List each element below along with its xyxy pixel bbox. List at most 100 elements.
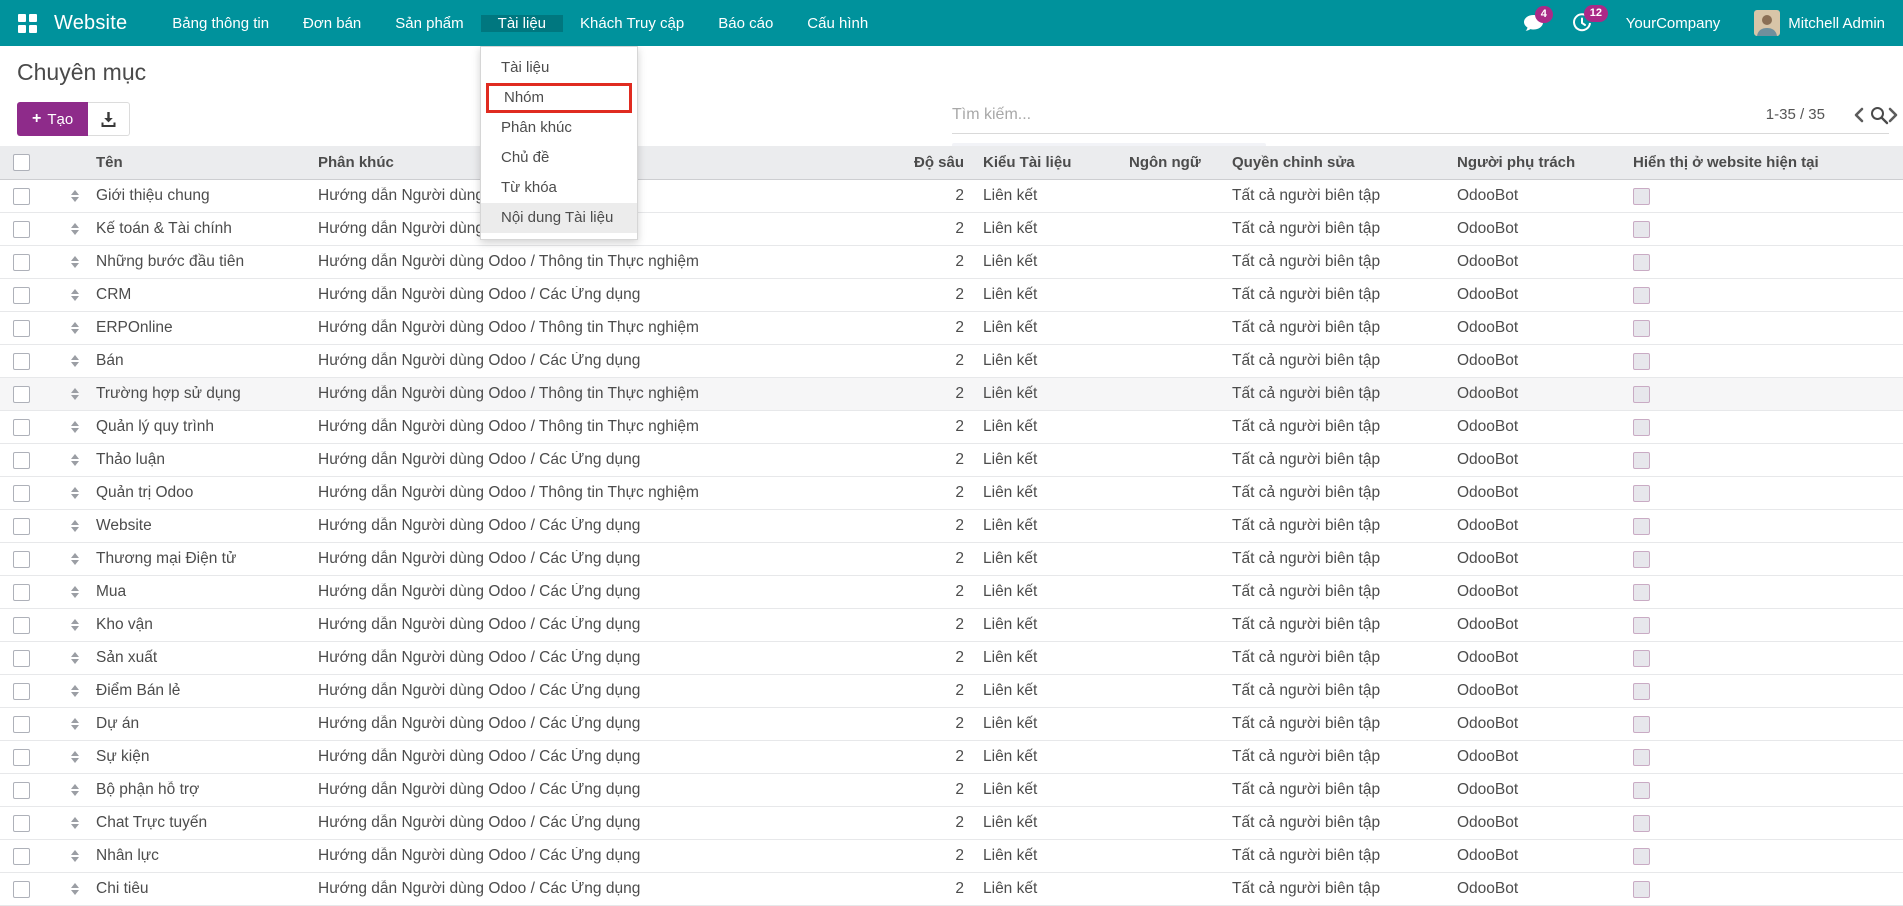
visible-on-website-checkbox[interactable] — [1633, 584, 1650, 601]
table-row[interactable]: Quản lý quy trìnhHướng dẫn Người dùng Od… — [0, 411, 1903, 444]
drag-handle-icon[interactable] — [71, 817, 79, 829]
table-row[interactable]: Những bước đầu tiênHướng dẫn Người dùng … — [0, 246, 1903, 279]
create-button[interactable]: + Tạo — [17, 102, 88, 136]
row-checkbox[interactable] — [13, 683, 30, 700]
visible-on-website-checkbox[interactable] — [1633, 287, 1650, 304]
visible-on-website-checkbox[interactable] — [1633, 815, 1650, 832]
table-row[interactable]: Trường hợp sử dụngHướng dẫn Người dùng O… — [0, 378, 1903, 411]
drag-handle-icon[interactable] — [71, 619, 79, 631]
drag-handle-icon[interactable] — [71, 850, 79, 862]
drag-handle-icon[interactable] — [71, 421, 79, 433]
row-checkbox[interactable] — [13, 848, 30, 865]
search-input[interactable] — [952, 106, 1869, 124]
visible-on-website-checkbox[interactable] — [1633, 221, 1650, 238]
apps-grid-icon[interactable] — [18, 14, 37, 33]
drag-handle-icon[interactable] — [71, 718, 79, 730]
table-row[interactable]: WebsiteHướng dẫn Người dùng Odoo / Các Ứ… — [0, 510, 1903, 543]
table-row[interactable]: Dự ánHướng dẫn Người dùng Odoo / Các Ứng… — [0, 708, 1903, 741]
table-row[interactable]: Chi tiêuHướng dẫn Người dùng Odoo / Các … — [0, 873, 1903, 906]
nav-item-4[interactable]: Tài liệu — [481, 15, 563, 32]
row-checkbox[interactable] — [13, 254, 30, 271]
column-header-edit-rights[interactable]: Quyền chỉnh sửa — [1218, 154, 1443, 171]
table-row[interactable]: MuaHướng dẫn Người dùng Odoo / Các Ứng d… — [0, 576, 1903, 609]
table-row[interactable]: Điểm Bán lẻHướng dẫn Người dùng Odoo / C… — [0, 675, 1903, 708]
table-row[interactable]: CRMHướng dẫn Người dùng Odoo / Các Ứng d… — [0, 279, 1903, 312]
visible-on-website-checkbox[interactable] — [1633, 617, 1650, 634]
table-row[interactable]: Chat Trực tuyếnHướng dẫn Người dùng Odoo… — [0, 807, 1903, 840]
drag-handle-icon[interactable] — [71, 322, 79, 334]
visible-on-website-checkbox[interactable] — [1633, 452, 1650, 469]
visible-on-website-checkbox[interactable] — [1633, 683, 1650, 700]
dropdown-item[interactable]: Từ khóa — [481, 173, 637, 203]
row-checkbox[interactable] — [13, 716, 30, 733]
drag-handle-icon[interactable] — [71, 751, 79, 763]
visible-on-website-checkbox[interactable] — [1633, 749, 1650, 766]
company-switcher[interactable]: YourCompany — [1626, 15, 1721, 32]
drag-handle-icon[interactable] — [71, 256, 79, 268]
dropdown-item[interactable]: Nội dung Tài liệu — [481, 203, 637, 233]
visible-on-website-checkbox[interactable] — [1633, 188, 1650, 205]
nav-item-7[interactable]: Cấu hình — [790, 15, 885, 32]
table-row[interactable]: Bộ phận hỗ trợHướng dẫn Người dùng Odoo … — [0, 774, 1903, 807]
pager-previous-icon[interactable] — [1853, 107, 1864, 123]
row-checkbox[interactable] — [13, 419, 30, 436]
column-header-depth[interactable]: Độ sâu — [908, 154, 968, 171]
drag-handle-icon[interactable] — [71, 355, 79, 367]
row-checkbox[interactable] — [13, 518, 30, 535]
drag-handle-icon[interactable] — [71, 520, 79, 532]
select-all-checkbox[interactable] — [13, 154, 30, 171]
drag-handle-icon[interactable] — [71, 784, 79, 796]
table-row[interactable]: Kho vậnHướng dẫn Người dùng Odoo / Các Ứ… — [0, 609, 1903, 642]
row-checkbox[interactable] — [13, 485, 30, 502]
drag-handle-icon[interactable] — [71, 388, 79, 400]
column-header-doc-type[interactable]: Kiểu Tài liệu — [968, 154, 1113, 171]
row-checkbox[interactable] — [13, 881, 30, 898]
drag-handle-icon[interactable] — [71, 223, 79, 235]
column-header-name[interactable]: Tên — [90, 154, 318, 171]
nav-item-2[interactable]: Đơn bán — [286, 15, 378, 32]
dropdown-item[interactable]: Tài liệu — [481, 53, 637, 83]
visible-on-website-checkbox[interactable] — [1633, 551, 1650, 568]
drag-handle-icon[interactable] — [71, 685, 79, 697]
row-checkbox[interactable] — [13, 782, 30, 799]
column-header-language[interactable]: Ngôn ngữ — [1113, 154, 1218, 171]
row-checkbox[interactable] — [13, 221, 30, 238]
drag-handle-icon[interactable] — [71, 553, 79, 565]
drag-handle-icon[interactable] — [71, 883, 79, 895]
visible-on-website-checkbox[interactable] — [1633, 320, 1650, 337]
table-row[interactable]: BánHướng dẫn Người dùng Odoo / Các Ứng d… — [0, 345, 1903, 378]
visible-on-website-checkbox[interactable] — [1633, 419, 1650, 436]
visible-on-website-checkbox[interactable] — [1633, 650, 1650, 667]
drag-handle-icon[interactable] — [71, 487, 79, 499]
nav-item-3[interactable]: Sản phẩm — [378, 15, 480, 32]
column-header-responsible[interactable]: Người phụ trách — [1443, 154, 1618, 171]
row-checkbox[interactable] — [13, 320, 30, 337]
drag-handle-icon[interactable] — [71, 652, 79, 664]
table-row[interactable]: Sự kiệnHướng dẫn Người dùng Odoo / Các Ứ… — [0, 741, 1903, 774]
visible-on-website-checkbox[interactable] — [1633, 782, 1650, 799]
dropdown-item[interactable]: Phân khúc — [481, 113, 637, 143]
nav-item-6[interactable]: Báo cáo — [701, 15, 790, 32]
visible-on-website-checkbox[interactable] — [1633, 848, 1650, 865]
user-menu[interactable]: Mitchell Admin — [1754, 10, 1885, 36]
drag-handle-icon[interactable] — [71, 190, 79, 202]
visible-on-website-checkbox[interactable] — [1633, 386, 1650, 403]
visible-on-website-checkbox[interactable] — [1633, 881, 1650, 898]
row-checkbox[interactable] — [13, 386, 30, 403]
row-checkbox[interactable] — [13, 551, 30, 568]
table-row[interactable]: Thương mại Điện tửHướng dẫn Người dùng O… — [0, 543, 1903, 576]
table-row[interactable]: Thảo luậnHướng dẫn Người dùng Odoo / Các… — [0, 444, 1903, 477]
drag-handle-icon[interactable] — [71, 289, 79, 301]
visible-on-website-checkbox[interactable] — [1633, 485, 1650, 502]
app-name[interactable]: Website — [54, 12, 127, 35]
drag-handle-icon[interactable] — [71, 454, 79, 466]
row-checkbox[interactable] — [13, 749, 30, 766]
table-row[interactable]: Nhân lựcHướng dẫn Người dùng Odoo / Các … — [0, 840, 1903, 873]
dropdown-item[interactable]: Nhóm — [486, 83, 632, 113]
row-checkbox[interactable] — [13, 452, 30, 469]
visible-on-website-checkbox[interactable] — [1633, 353, 1650, 370]
export-button[interactable] — [88, 102, 130, 136]
visible-on-website-checkbox[interactable] — [1633, 254, 1650, 271]
row-checkbox[interactable] — [13, 584, 30, 601]
row-checkbox[interactable] — [13, 815, 30, 832]
